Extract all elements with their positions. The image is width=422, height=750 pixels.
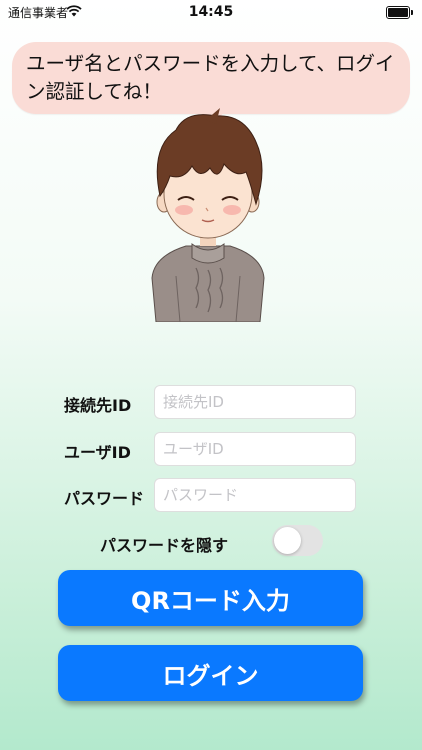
hide-password-toggle[interactable] xyxy=(272,525,323,556)
connection-id-input[interactable] xyxy=(154,385,356,419)
connection-id-label: 接続先ID xyxy=(64,396,132,415)
clock: 14:45 xyxy=(188,4,234,20)
avatar-character-image xyxy=(151,108,265,322)
qr-code-input-button[interactable]: QRコード入力 xyxy=(58,570,363,626)
toggle-knob xyxy=(274,527,301,554)
login-button[interactable]: ログイン xyxy=(58,645,363,701)
status-bar: 通信事業者 14:45 xyxy=(0,0,422,24)
hide-password-label: パスワードを隠す xyxy=(100,536,229,555)
user-id-label: ユーザID xyxy=(64,443,131,462)
speech-bubble-text: ユーザ名とパスワードを入力して、ログイン認証してね！ xyxy=(26,52,395,103)
user-id-input[interactable] xyxy=(154,432,356,466)
battery-icon xyxy=(386,6,413,19)
speech-bubble: ユーザ名とパスワードを入力して、ログイン認証してね！ xyxy=(12,42,410,128)
password-label: パスワード xyxy=(64,489,145,508)
password-input[interactable] xyxy=(154,478,356,512)
